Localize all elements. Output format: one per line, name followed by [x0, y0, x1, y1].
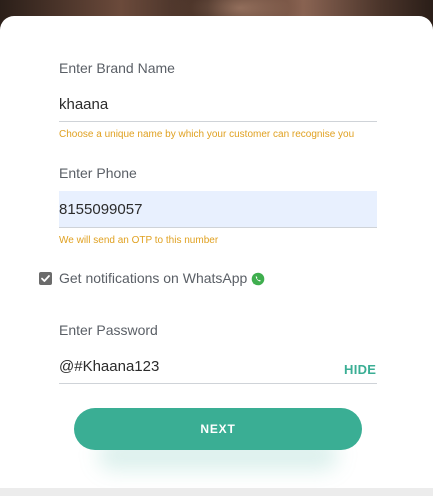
brand-name-label: Enter Brand Name: [59, 60, 175, 76]
phone-label: Enter Phone: [59, 165, 137, 181]
whatsapp-icon: [251, 272, 265, 286]
brand-name-input[interactable]: [59, 88, 377, 121]
password-label: Enter Password: [59, 322, 158, 338]
next-button[interactable]: NEXT: [74, 408, 362, 450]
checkmark-icon: [41, 275, 50, 282]
password-input[interactable]: [59, 350, 377, 383]
hide-password-toggle[interactable]: HIDE: [344, 362, 376, 377]
bottom-divider: [0, 488, 433, 496]
phone-hint: We will send an OTP to this number: [59, 235, 219, 246]
brand-name-field[interactable]: [59, 88, 377, 122]
whatsapp-checkbox[interactable]: [39, 272, 52, 285]
whatsapp-label: Get notifications on WhatsApp: [59, 270, 248, 286]
phone-field[interactable]: [59, 191, 377, 228]
phone-input[interactable]: [59, 191, 377, 227]
brand-name-hint: Choose a unique name by which your custo…: [59, 129, 355, 140]
password-field[interactable]: [59, 350, 377, 384]
